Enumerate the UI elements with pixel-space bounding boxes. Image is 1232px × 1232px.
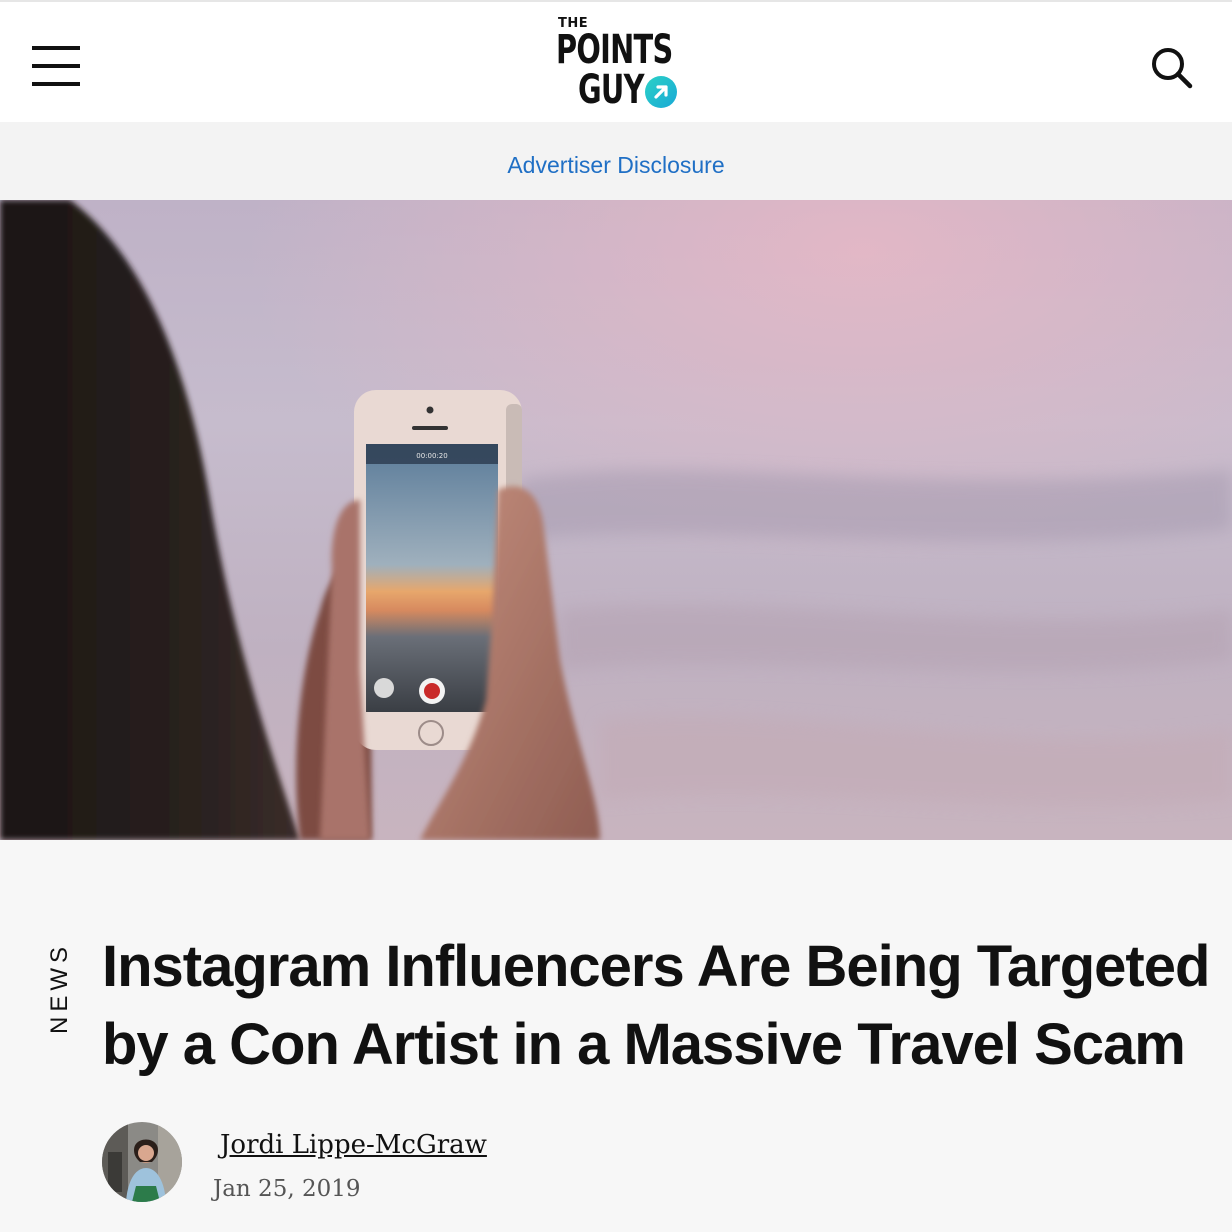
menu-bar xyxy=(32,64,80,68)
logo-guy-text: GUY xyxy=(578,67,644,113)
article-title: Instagram Influencers Are Being Targeted… xyxy=(102,934,1210,1077)
category-label[interactable]: NEWS xyxy=(44,940,76,1036)
author-link[interactable]: Jordi Lippe-McGraw xyxy=(220,1130,487,1160)
logo-arrow-icon xyxy=(645,76,677,108)
menu-bar xyxy=(32,82,80,86)
category-text: NEWS xyxy=(46,942,73,1034)
phone-screen-time: 00:00:20 xyxy=(416,452,447,460)
author-avatar[interactable] xyxy=(102,1122,182,1202)
advertiser-disclosure-bar: Advertiser Disclosure xyxy=(0,122,1232,200)
hamburger-menu-icon[interactable] xyxy=(32,46,80,86)
site-logo[interactable]: THE POINTS GUY xyxy=(556,16,680,112)
publish-date: Jan 25, 2019 xyxy=(213,1176,361,1202)
hero-image: 00:00:20 xyxy=(0,200,1232,840)
menu-bar xyxy=(32,46,80,50)
logo-points-text: POINTS xyxy=(556,27,673,73)
advertiser-disclosure-link[interactable]: Advertiser Disclosure xyxy=(507,152,724,179)
site-header: THE POINTS GUY xyxy=(0,0,1232,122)
search-icon[interactable] xyxy=(1150,46,1194,90)
